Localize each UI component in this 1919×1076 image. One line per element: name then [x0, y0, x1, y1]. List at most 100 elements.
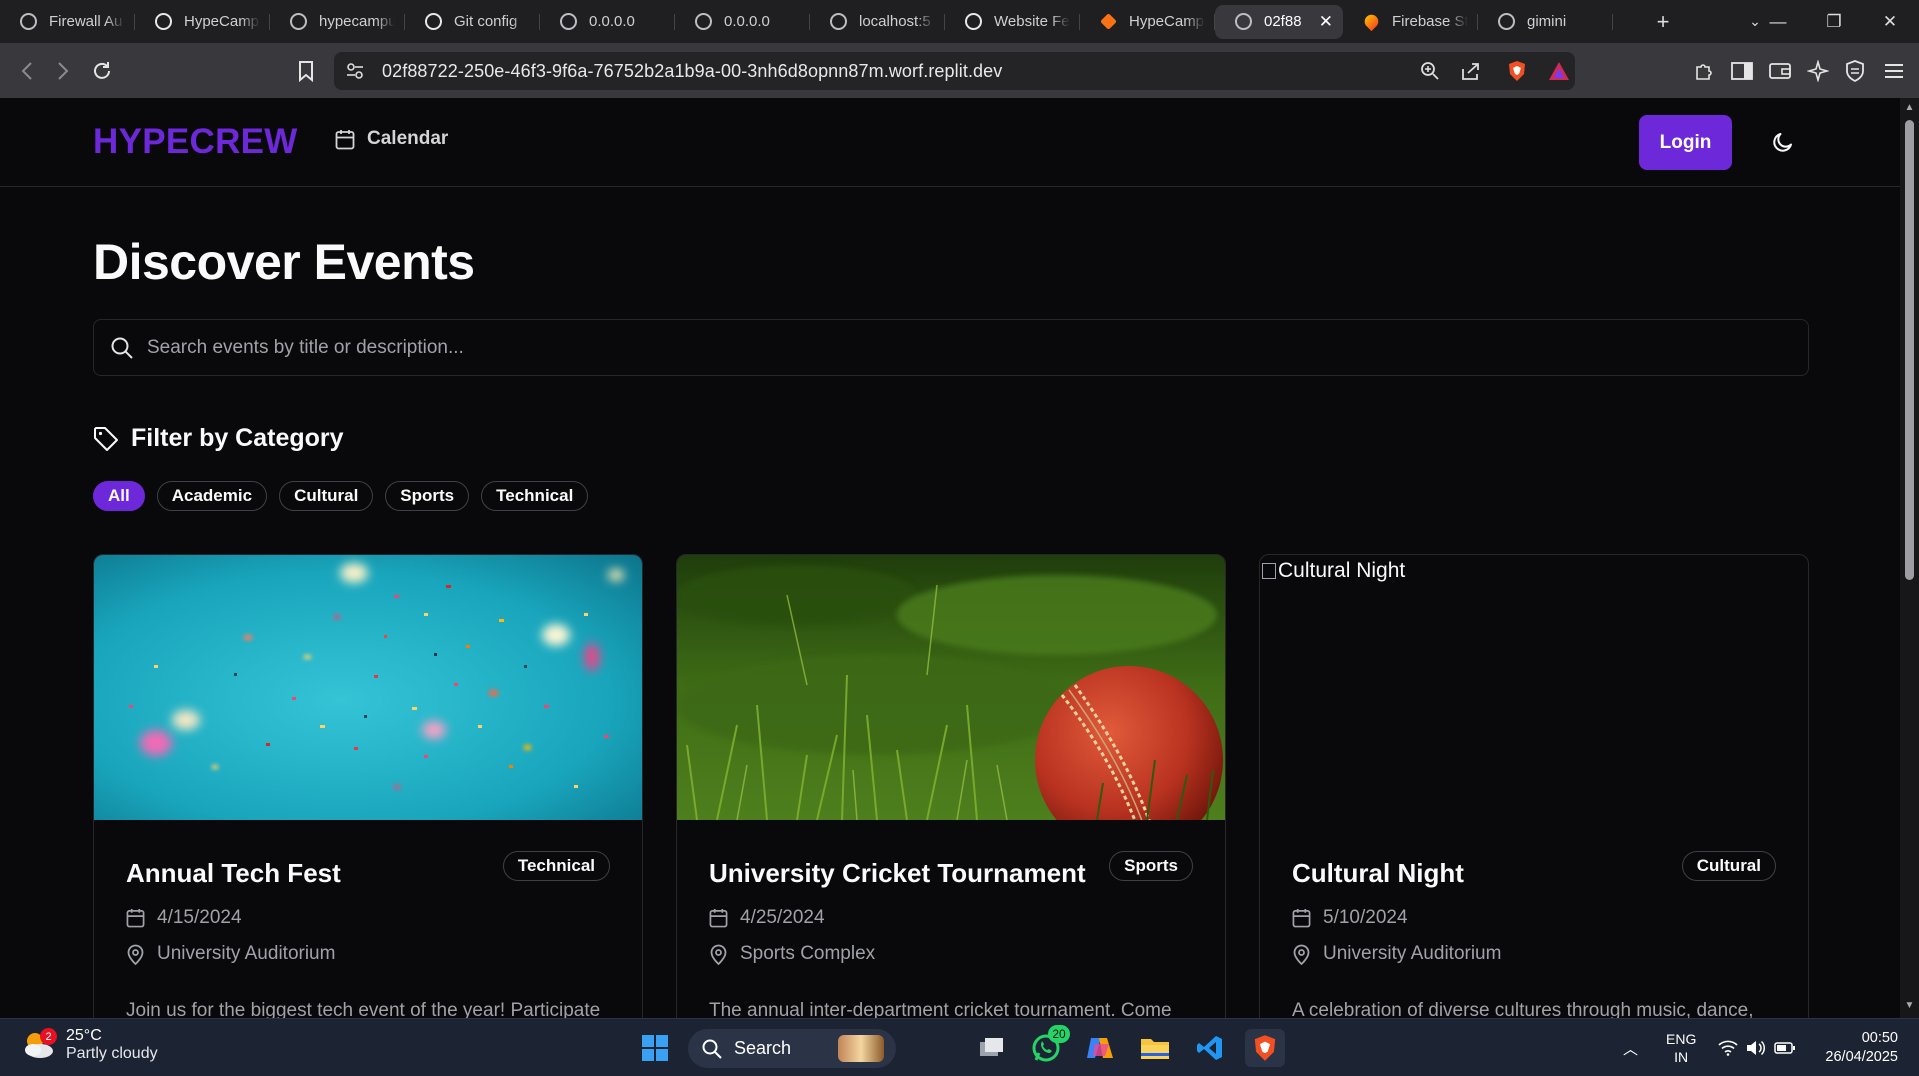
moon-icon [1773, 133, 1792, 152]
close-window-icon[interactable]: ✕ [1862, 0, 1918, 43]
globe-icon [20, 13, 37, 30]
zoom-icon[interactable] [1415, 52, 1445, 90]
site-logo[interactable]: HYPECREW [93, 122, 298, 162]
language-region: IN [1674, 1049, 1689, 1065]
scrollbar-thumb[interactable] [1905, 120, 1914, 580]
wifi-icon[interactable] [1718, 1019, 1738, 1076]
address-bar[interactable]: 02f88722-250e-46f3-9f6a-76752b2a1b9a-00-… [334, 52, 1575, 90]
event-date-text: 5/10/2024 [1323, 907, 1408, 928]
language-indicator[interactable]: ENG IN [1666, 1019, 1696, 1076]
reload-icon[interactable] [84, 43, 120, 98]
task-view-icon[interactable] [972, 1029, 1012, 1067]
close-tab-icon[interactable]: ✕ [1319, 12, 1333, 32]
filter-title: Filter by Category [131, 424, 344, 452]
whatsapp-icon[interactable]: 20 [1026, 1025, 1070, 1067]
event-description: A celebration of diverse cultures throug… [1292, 1000, 1754, 1018]
url-text[interactable]: 02f88722-250e-46f3-9f6a-76752b2a1b9a-00-… [382, 52, 1002, 90]
theme-toggle-button[interactable] [1766, 125, 1800, 159]
browser-toolbar: 02f88722-250e-46f3-9f6a-76752b2a1b9a-00-… [0, 43, 1919, 98]
event-search-box[interactable] [93, 319, 1809, 376]
weather-widget[interactable]: 2 25°C Partly cloudy [22, 1027, 158, 1063]
browser-tab[interactable]: localhost:5 [810, 5, 945, 39]
file-explorer-icon[interactable] [1135, 1029, 1175, 1067]
event-card[interactable]: Annual Tech Fest Technical 4/15/2024 Uni… [93, 554, 643, 1018]
browser-tab-active[interactable]: 02f88 ✕ [1215, 4, 1343, 39]
tray-overflow-chevron-icon[interactable]: ︿ [1623, 1019, 1638, 1076]
weather-condition: Partly cloudy [66, 1045, 158, 1062]
category-chip-all[interactable]: All [93, 481, 145, 511]
brave-shields-icon[interactable] [1502, 52, 1532, 90]
copilot-icon[interactable] [1080, 1029, 1120, 1067]
forward-icon[interactable] [45, 43, 81, 98]
tab-title: Git config [454, 13, 518, 30]
bookmark-icon[interactable] [288, 43, 324, 98]
page-scrollbar[interactable]: ▲ ▼ [1900, 98, 1919, 1018]
event-search-input[interactable] [147, 320, 1747, 375]
volume-icon[interactable] [1746, 1019, 1766, 1076]
menu-icon[interactable] [1876, 43, 1912, 98]
extensions-icon[interactable] [1686, 43, 1722, 98]
new-tab-button[interactable]: + [1641, 9, 1685, 35]
category-chip-academic[interactable]: Academic [156, 481, 268, 511]
category-chip-cultural[interactable]: Cultural [279, 481, 374, 511]
site-settings-icon[interactable] [340, 52, 370, 90]
scroll-up-icon[interactable]: ▲ [1904, 102, 1915, 113]
system-clock[interactable]: 00:50 26/04/2025 [1814, 1019, 1898, 1076]
browser-tab[interactable]: Firewall Au [0, 5, 135, 39]
event-category-badge: Cultural [1681, 851, 1776, 881]
browser-tab[interactable]: Firebase St [1343, 5, 1478, 39]
whatsapp-badge: 20 [1048, 1025, 1070, 1043]
map-pin-icon [710, 944, 727, 965]
tab-title: gimini [1527, 13, 1567, 30]
back-icon[interactable] [9, 43, 45, 98]
login-button[interactable]: Login [1639, 115, 1732, 170]
brave-rewards-icon[interactable] [1544, 52, 1574, 90]
category-chip-sports[interactable]: Sports [385, 481, 470, 511]
browser-tab[interactable]: 0.0.0.0 [675, 5, 810, 39]
share-icon[interactable] [1456, 52, 1486, 90]
browser-tab[interactable]: HypeCamp [135, 5, 270, 39]
event-title[interactable]: University Cricket Tournament [709, 858, 1086, 889]
event-date: 5/10/2024 [1292, 907, 1408, 929]
firebase-icon [1361, 11, 1382, 32]
restore-icon[interactable]: ❐ [1806, 0, 1862, 43]
clock-date: 26/04/2025 [1825, 1049, 1898, 1065]
nav-calendar-link[interactable]: Calendar [335, 128, 448, 150]
event-location: Sports Complex [709, 943, 875, 965]
calendar-icon [335, 129, 355, 149]
sidebar-icon[interactable] [1724, 43, 1760, 98]
vpn-shield-icon[interactable] [1837, 43, 1873, 98]
brave-browser-icon[interactable] [1245, 1029, 1285, 1067]
browser-tab[interactable]: Git config [405, 5, 540, 39]
event-card[interactable]: University Cricket Tournament Sports 4/2… [676, 554, 1226, 1018]
browser-tab[interactable]: HypeCamp [1080, 5, 1215, 39]
scroll-down-icon[interactable]: ▼ [1904, 1000, 1915, 1011]
event-title[interactable]: Cultural Night [1292, 858, 1464, 889]
event-image-broken: Cultural Night [1260, 555, 1808, 820]
tab-title: 0.0.0.0 [589, 13, 635, 30]
browser-tab[interactable]: Website Fe [945, 5, 1080, 39]
event-title[interactable]: Annual Tech Fest [126, 858, 341, 889]
event-location-text: Sports Complex [740, 943, 876, 964]
chatgpt-icon [425, 13, 442, 30]
browser-tab[interactable]: hypecampus [270, 5, 405, 39]
globe-icon [830, 13, 847, 30]
category-chip-technical[interactable]: Technical [481, 481, 589, 511]
tab-title: 0.0.0.0 [724, 13, 770, 30]
event-location: University Auditorium [126, 943, 335, 965]
event-card[interactable]: Cultural Night Cultural Night Cultural 5… [1259, 554, 1809, 1018]
vscode-icon[interactable] [1190, 1029, 1230, 1067]
leo-ai-icon[interactable] [1800, 43, 1836, 98]
wallet-icon[interactable] [1762, 43, 1798, 98]
browser-tab[interactable]: 0.0.0.0 [540, 5, 675, 39]
clock-time: 00:50 [1861, 1030, 1898, 1046]
battery-icon[interactable] [1774, 1019, 1796, 1076]
browser-tab[interactable]: gimini [1478, 5, 1613, 39]
windows-start-icon[interactable] [635, 1029, 675, 1067]
taskbar-search-label: Search [734, 1038, 792, 1058]
weather-temperature: 25°C [66, 1027, 102, 1044]
calendar-icon [126, 908, 145, 928]
taskbar-search[interactable]: Search [688, 1029, 896, 1068]
minimize-icon[interactable]: — [1750, 0, 1806, 43]
map-pin-icon [1293, 944, 1310, 965]
